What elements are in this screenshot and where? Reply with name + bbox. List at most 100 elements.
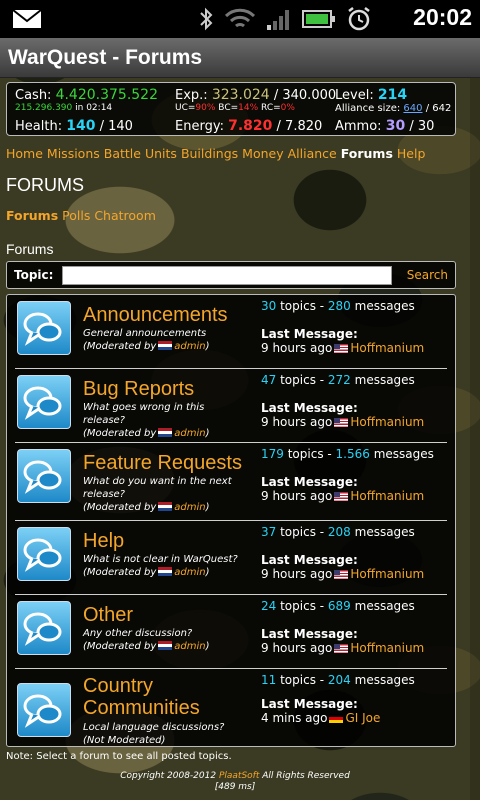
moderator-link[interactable]: admin (174, 428, 205, 439)
us-flag-icon (334, 418, 349, 427)
forum-list: Announcements General announcements (Mod… (6, 294, 456, 747)
forum-name[interactable]: Bug Reports (83, 378, 194, 400)
last-message-label: Last Message: (261, 327, 358, 341)
forum-description: Local language discussions? (Not Moderat… (83, 722, 225, 746)
nl-flag-icon (158, 502, 173, 511)
us-flag-icon (334, 644, 349, 653)
topic-label: Topic: (14, 268, 54, 282)
us-flag-icon (334, 344, 349, 353)
forum-description: What do you want in the next release? (M… (83, 476, 232, 513)
last-user-link[interactable]: Hoffmanium (350, 567, 424, 581)
nav-battle[interactable]: Battle (104, 146, 141, 161)
subnav-polls[interactable]: Polls (62, 208, 90, 223)
forum-counts: 30 topics - 280 messages (261, 299, 415, 313)
forum-row-feature-requests[interactable]: Feature Requests What do you want in the… (15, 443, 447, 521)
plaatsoft-link[interactable]: PlaatSoft (219, 771, 259, 781)
forum-chat-icon (17, 449, 71, 503)
forum-row-bug-reports[interactable]: Bug Reports What goes wrong in this rele… (15, 369, 447, 443)
status-bar: 20:02 (0, 0, 480, 38)
forum-counts: 37 topics - 208 messages (261, 525, 415, 539)
subnav-forums[interactable]: Forums (6, 208, 58, 223)
forum-name[interactable]: Country Communities (83, 675, 253, 719)
de-flag-icon (329, 714, 344, 723)
health-stat: Health: 140 / 140 (15, 118, 133, 134)
unit-ratios: UC=90% BC=14% RC=0% (175, 103, 295, 113)
forum-name[interactable]: Other (83, 604, 133, 626)
sub-nav: Forums Polls Chatroom (6, 208, 456, 223)
page-content: Cash: 4.420.375.522 215.296.390 in 02:14… (6, 82, 456, 762)
forum-counts: 24 topics - 689 messages (261, 599, 415, 613)
last-user-link[interactable]: Hoffmanium (350, 641, 424, 655)
subnav-chatroom[interactable]: Chatroom (94, 208, 156, 223)
last-message-info: 9 hours ago Hoffmanium (261, 641, 425, 655)
topic-search-input[interactable] (62, 266, 392, 285)
forum-row-help[interactable]: Help What is not clear in WarQuest? (Mod… (15, 521, 447, 595)
last-message-info: 4 mins ago GI Joe (261, 711, 381, 725)
nav-help[interactable]: Help (397, 146, 426, 161)
nav-units[interactable]: Units (145, 146, 177, 161)
wifi-icon (224, 8, 256, 28)
last-message-info: 9 hours ago Hoffmanium (261, 341, 425, 355)
cash-stat: Cash: 4.420.375.522 (15, 87, 159, 103)
alliance-size-link[interactable]: 640 (403, 103, 422, 114)
render-timing: [489 ms] (214, 782, 256, 792)
last-message-label: Last Message: (261, 697, 358, 711)
forum-chat-icon (17, 601, 71, 655)
search-button[interactable]: Search (407, 268, 448, 282)
ammo-stat: Ammo: 30 / 30 (335, 118, 435, 134)
last-message-info: 9 hours ago Hoffmanium (261, 415, 425, 429)
bluetooth-icon (200, 7, 213, 31)
us-flag-icon (334, 570, 349, 579)
forum-name[interactable]: Help (83, 530, 124, 552)
last-user-link[interactable]: GI Joe (345, 711, 380, 725)
last-message-label: Last Message: (261, 553, 358, 567)
nl-flag-icon (158, 567, 173, 576)
nav-alliance[interactable]: Alliance (288, 146, 337, 161)
nl-flag-icon (158, 341, 173, 350)
forum-description: Any other discussion? (Moderated by admin… (83, 628, 210, 652)
nl-flag-icon (158, 428, 173, 437)
battery-icon (302, 10, 335, 28)
forum-chat-icon (17, 375, 71, 429)
forum-name[interactable]: Announcements (83, 304, 228, 326)
moderator-link[interactable]: admin (174, 502, 205, 513)
scrollbar[interactable] (470, 78, 480, 800)
footer: Copyright 2008-2012 PlaatSoft All Rights… (0, 771, 470, 793)
nav-money[interactable]: Money (242, 146, 283, 161)
nav-forums[interactable]: Forums (341, 146, 393, 161)
forum-description: What is not clear in WarQuest? (Moderate… (83, 554, 238, 578)
nav-missions[interactable]: Missions (47, 146, 100, 161)
last-user-link[interactable]: Hoffmanium (350, 415, 424, 429)
nl-flag-icon (158, 641, 173, 650)
alarm-icon (348, 7, 370, 31)
forum-chat-icon (17, 683, 71, 737)
alliance-size: Alliance size: 640 / 642 (335, 103, 452, 114)
moderator-link[interactable]: admin (174, 641, 205, 652)
last-message-info: 9 hours ago Hoffmanium (261, 489, 425, 503)
forum-counts: 47 topics - 272 messages (261, 373, 415, 387)
last-message-label: Last Message: (261, 401, 358, 415)
level-stat: Level: 214 (335, 87, 408, 103)
exp-stat: Exp.: 323.024 / 340.000 (175, 87, 337, 103)
forum-note: Note: Select a forum to see all posted t… (6, 751, 232, 762)
forum-row-country-communities[interactable]: Country Communities Local language discu… (15, 669, 447, 747)
moderator-link[interactable]: admin (174, 341, 205, 352)
forum-counts: 179 topics - 1.566 messages (261, 447, 434, 461)
moderator-link[interactable]: admin (174, 567, 205, 578)
section-title: Forums (6, 241, 54, 257)
nav-buildings[interactable]: Buildings (181, 146, 238, 161)
us-flag-icon (334, 492, 349, 501)
last-user-link[interactable]: Hoffmanium (350, 341, 424, 355)
forum-counts: 11 topics - 204 messages (261, 673, 415, 687)
forum-name[interactable]: Feature Requests (83, 452, 242, 474)
page-title: FORUMS (6, 175, 84, 195)
forum-chat-icon (17, 527, 71, 581)
mail-icon (12, 9, 42, 28)
forum-row-announcements[interactable]: Announcements General announcements (Mod… (15, 295, 447, 369)
topic-search-bar: Topic: Search (6, 261, 456, 289)
forum-row-other[interactable]: Other Any other discussion? (Moderated b… (15, 595, 447, 669)
nav-home[interactable]: Home (6, 146, 43, 161)
forum-description: General announcements (Moderated by admin… (83, 328, 210, 352)
last-user-link[interactable]: Hoffmanium (350, 489, 424, 503)
stats-panel: Cash: 4.420.375.522 215.296.390 in 02:14… (6, 82, 456, 136)
